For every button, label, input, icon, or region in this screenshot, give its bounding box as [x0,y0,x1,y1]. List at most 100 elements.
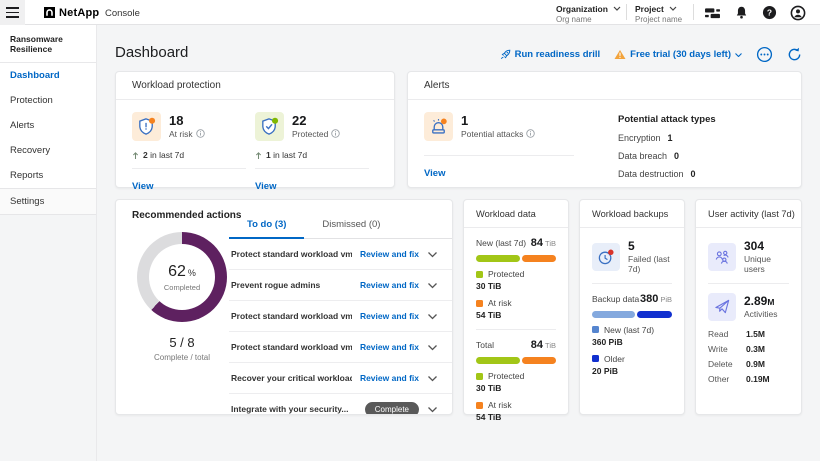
action-row: Protect standard workload vm_datastore_u… [229,301,452,332]
workload-backups-card: Workload backups 5 Failed (last 7d) Back… [579,199,685,415]
siren-alert-icon [424,112,453,141]
sidebar-item-dashboard[interactable]: Dashboard [0,63,96,88]
tab-dismissed[interactable]: Dismissed (0) [304,214,398,238]
at-risk-view-link[interactable]: View [132,181,153,192]
info-icon[interactable] [331,129,340,138]
project-selector[interactable]: Project Project name [635,4,682,25]
activities-icon [708,293,736,321]
total-data-bar-chart [476,357,556,364]
breakdown-row: Read1.5M [708,329,789,339]
topbar-divider [693,4,694,20]
legend-at-risk: At risk [476,298,556,308]
rocket-icon [500,49,511,60]
activity-breakdown-table: Read1.5M Write0.3M Delete0.9M Other0.19M [708,329,789,384]
help-icon[interactable]: ? [762,5,777,20]
protected-view-link[interactable]: View [255,181,276,192]
recommended-actions-card: Recommended actions 62 % Completed 5 / 8… [115,199,453,415]
user-activity-title: User activity (last 7d) [696,200,801,228]
protected-delta: 1 in last 7d [255,150,378,160]
project-value: Project name [635,15,682,24]
chevron-down-icon[interactable] [427,344,438,351]
workload-protection-card: Workload protection 18 At risk [115,71,395,188]
netapp-logo: NetApp [44,7,99,19]
notifications-bell-icon[interactable] [734,5,749,20]
at-risk-value: 54 TiB [476,310,556,320]
review-and-fix-link[interactable]: Review and fix [360,311,419,321]
breakdown-row: Other0.19M [708,374,789,384]
review-and-fix-link[interactable]: Review and fix [360,373,419,383]
failed-backups-label: Failed (last 7d) [628,254,672,274]
netapp-console-dashboard: NetApp Console Organization Org name Pro… [0,0,820,461]
action-row: Protect standard workload vm_datastore_u… [229,239,452,270]
user-activity-card: User activity (last 7d) 304 Unique users… [695,199,802,415]
caret-down-icon [735,53,742,57]
free-trial-label: Free trial (30 days left) [630,49,731,60]
action-row: Integrate with your security... Complete [229,394,452,415]
divider [424,155,574,156]
chevron-down-icon[interactable] [427,313,438,320]
chevron-down-icon[interactable] [427,251,438,258]
at-risk-column: 18 At risk 2 in last 7d View [132,112,255,194]
complete-fraction: 5 / 8 [132,335,232,350]
at-risk-label: At risk [169,129,193,139]
legend-protected: Protected [476,371,556,381]
more-options-icon[interactable] [756,46,773,63]
action-row: Prevent rogue admins Review and fix [229,270,452,301]
protected-swatch [476,373,483,380]
sidebar: Ransomware Resilience Dashboard Protecti… [0,25,97,461]
tab-to-do[interactable]: To do (3) [229,214,304,239]
topbar-divider [626,4,627,20]
chevron-down-icon[interactable] [427,375,438,382]
account-icon[interactable] [790,5,806,21]
review-and-fix-link[interactable]: Review and fix [360,249,419,259]
sidebar-item-alerts[interactable]: Alerts [0,113,96,138]
warning-icon [614,49,626,60]
alerts-view-link[interactable]: View [424,168,445,179]
potential-attacks-column: 1 Potential attacks View [424,112,589,181]
legend-older-backups: Older [592,354,672,364]
sidebar-item-protection[interactable]: Protection [0,88,96,113]
action-row: Protect standard workload vm_datastore_u… [229,332,452,363]
users-icon [708,243,736,271]
new-backups-swatch [592,326,599,333]
divider [476,329,556,330]
backup-failed-icon [592,243,620,271]
divider [132,168,246,169]
potential-attack-types: Potential attack types Encryption1 Data … [618,114,716,179]
info-icon[interactable] [526,129,535,138]
attack-types-title: Potential attack types [618,114,716,125]
hamburger-menu-button[interactable] [0,0,25,25]
organization-value: Org name [556,15,621,24]
at-risk-count: 18 [169,114,205,129]
new-backups-value: 360 PiB [592,337,672,347]
new-data-label: New (last 7d) [476,238,526,248]
chevron-down-icon[interactable] [427,282,438,289]
refresh-icon[interactable] [787,47,802,62]
action-row: Recover your critical workloads faster R… [229,363,452,394]
chevron-down-icon[interactable] [427,406,438,413]
free-trial-dropdown[interactable]: Free trial (30 days left) [614,49,742,60]
attack-type-row: Encryption1 [618,133,716,143]
arrow-up-icon [255,151,262,160]
percent-complete: 62 [168,263,186,281]
completed-label: Completed [164,283,200,292]
legend-new-backups: New (last 7d) [592,325,672,335]
review-and-fix-link[interactable]: Review and fix [360,280,419,290]
sidebar-item-reports[interactable]: Reports [0,163,96,188]
review-and-fix-link[interactable]: Review and fix [360,342,419,352]
breakdown-row: Write0.3M [708,344,789,354]
breakdown-row: Delete0.9M [708,359,789,369]
run-readiness-drill-button[interactable]: Run readiness drill [500,49,601,60]
svg-text:?: ? [767,8,772,18]
divider [255,168,369,169]
connector-icon[interactable] [704,6,721,20]
alerts-card: Alerts 1 Potential attacks Vi [407,71,802,188]
sidebar-item-recovery[interactable]: Recovery [0,138,96,163]
organization-selector[interactable]: Organization Org name [556,4,621,25]
sidebar-item-settings[interactable]: Settings [0,189,96,215]
top-bar: NetApp Console Organization Org name Pro… [0,0,820,25]
alerts-title: Alerts [408,72,801,100]
brand-name: NetApp [59,7,99,19]
project-label: Project [635,4,664,14]
info-icon[interactable] [196,129,205,138]
